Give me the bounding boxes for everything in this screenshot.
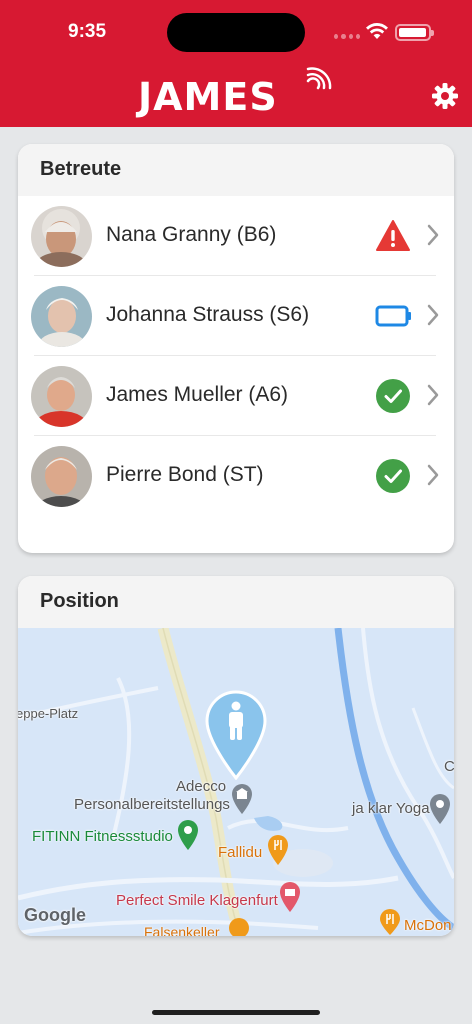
map-view[interactable]: eppe-Platz Adecco Personalbereitstellung…: [18, 628, 454, 936]
map-roads: [18, 628, 454, 936]
person-name: Nana Granny (B6): [106, 223, 277, 246]
app-header: 9:35 JAMES: [0, 0, 472, 127]
google-attribution: Google: [24, 905, 86, 925]
map-label-smile: Perfect Smile Klagenfurt: [116, 892, 278, 909]
battery-low-icon: [375, 305, 411, 327]
position-card-title: Position: [18, 576, 454, 628]
chevron-right-icon: [427, 384, 439, 406]
check-circle-icon: [376, 459, 410, 493]
person-row-pierre-bond[interactable]: Pierre Bond (ST): [18, 436, 454, 516]
dynamic-island: [167, 13, 305, 52]
person-row-johanna-strauss[interactable]: Johanna Strauss (S6): [18, 276, 454, 356]
gear-icon[interactable]: [431, 82, 459, 110]
person-row-james-mueller[interactable]: James Mueller (A6): [18, 356, 454, 436]
restaurant-pin-icon[interactable]: [266, 834, 290, 866]
restaurant-pin-icon[interactable]: [228, 917, 250, 936]
map-label-falsen: Falsenkeller: [144, 924, 220, 936]
avatar: [31, 286, 92, 347]
avatar: [31, 446, 92, 507]
dentist-pin-icon[interactable]: [278, 881, 302, 913]
fitness-pin-icon[interactable]: [176, 819, 200, 851]
person-name: James Mueller (A6): [106, 383, 289, 406]
check-circle-icon: [376, 379, 410, 413]
cellular-signal-icon: [334, 34, 360, 40]
position-card: Position eppe-Platz Adecco Personalberei…: [18, 576, 454, 936]
map-label-adecco-sub: Personalbereitstellungs: [74, 796, 230, 813]
status-time: 9:35: [68, 21, 107, 42]
map-label-fitinn: FITINN Fitnessstudio: [32, 828, 173, 845]
battery-icon: [395, 24, 434, 41]
map-label-edge: C: [444, 758, 454, 775]
wifi-icon: [366, 23, 388, 39]
person-name: Pierre Bond (ST): [106, 463, 264, 486]
chevron-right-icon: [427, 224, 439, 246]
avatar: [31, 366, 92, 427]
signal-waves-icon: [306, 67, 332, 90]
yoga-pin-icon[interactable]: [428, 793, 452, 825]
map-label-street: eppe-Platz: [18, 706, 79, 721]
restaurant-pin-icon[interactable]: [378, 908, 402, 936]
museum-pin-icon[interactable]: [230, 783, 254, 815]
avatar: [31, 206, 92, 267]
james-logo: JAMES: [138, 75, 278, 119]
people-card-title: Betreute: [18, 144, 454, 196]
person-location-pin-icon[interactable]: [205, 690, 267, 780]
map-label-mcdon: McDon: [404, 917, 452, 934]
chevron-right-icon: [427, 464, 439, 486]
chevron-right-icon: [427, 304, 439, 326]
map-label-adecco: Adecco: [176, 778, 227, 795]
map-label-fallidu: Fallidu: [218, 844, 263, 861]
person-row-nana-granny[interactable]: Nana Granny (B6): [18, 196, 454, 276]
home-indicator: [152, 1010, 320, 1015]
warning-icon: [376, 220, 410, 251]
people-card: Betreute Nana Granny (B6) Johanna Straus…: [18, 144, 454, 553]
person-name: Johanna Strauss (S6): [106, 303, 310, 326]
map-label-yoga: ja klar Yoga: [352, 800, 430, 817]
